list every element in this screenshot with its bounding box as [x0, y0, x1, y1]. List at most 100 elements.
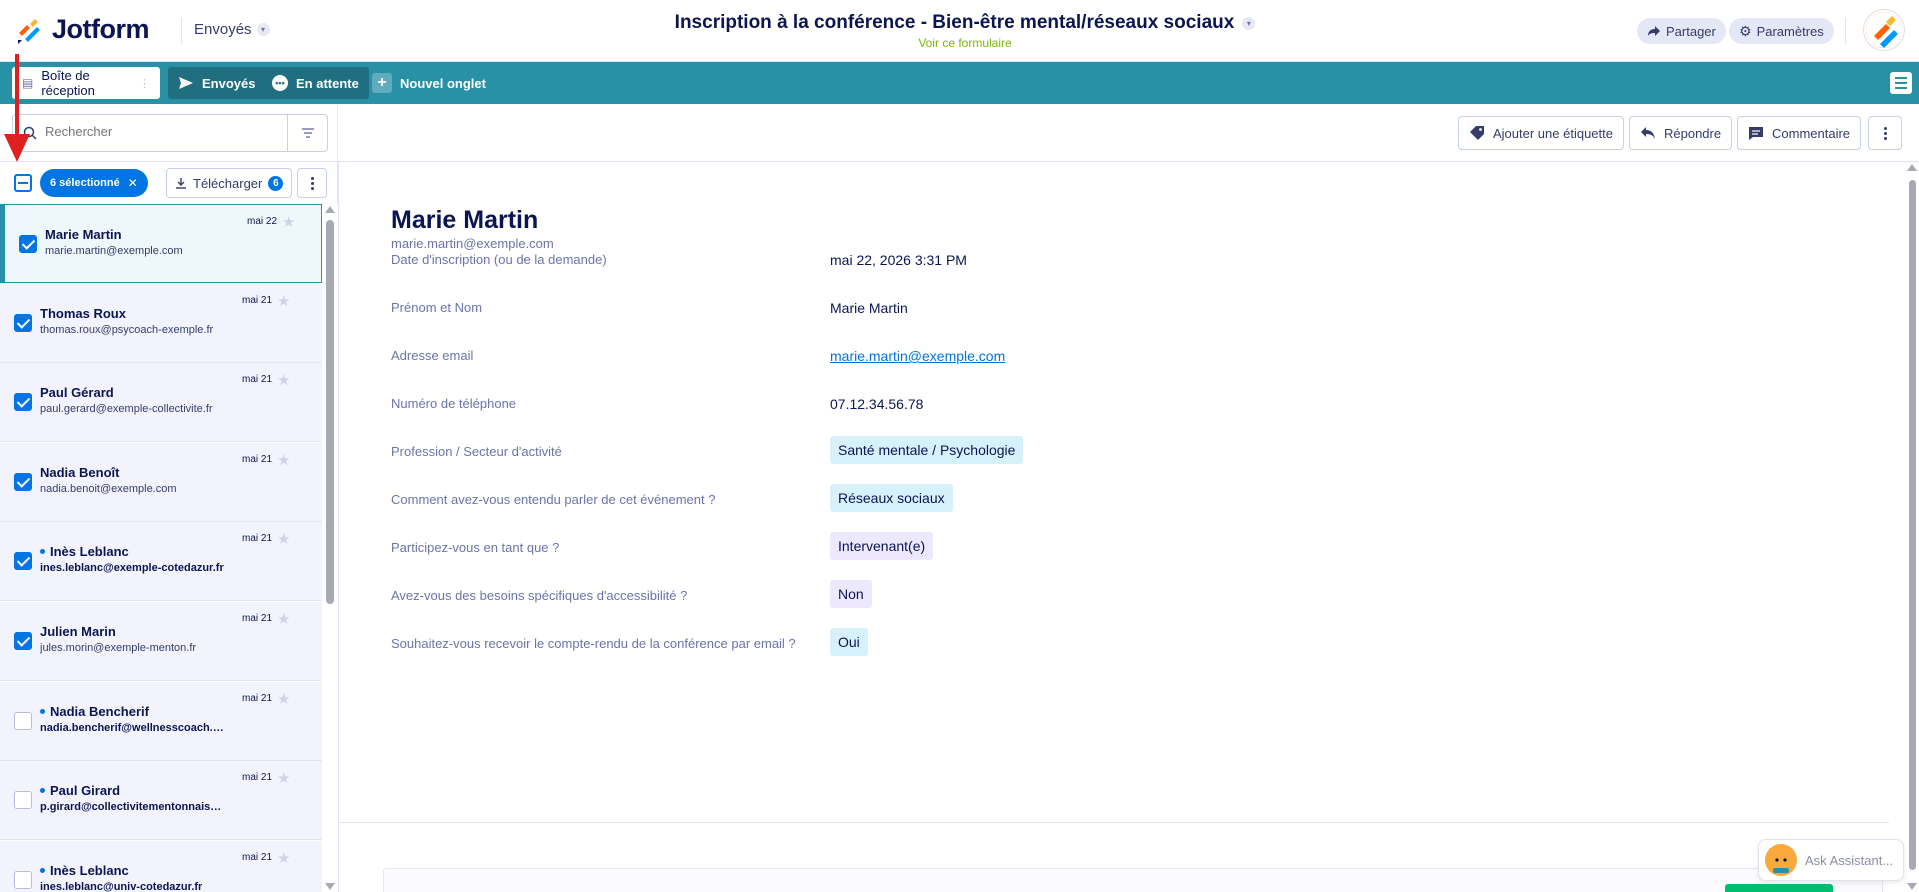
submission-email: nadia.bencherif@wellnesscoach.… — [40, 721, 224, 734]
field-label: Comment avez-vous entendu parler de cet … — [391, 492, 716, 507]
share-arrow-icon — [1648, 26, 1660, 36]
submission-row[interactable]: Marie Martin marie.martin@exemple.com mai … — [0, 204, 322, 283]
header-divider — [181, 18, 182, 44]
more-circle-icon: ••• — [272, 75, 288, 91]
submission-name: Paul Gérard — [40, 385, 114, 401]
reply-button[interactable]: Répondre — [1629, 116, 1733, 150]
submission-name: Inès Leblanc — [50, 862, 129, 878]
more-actions-button[interactable] — [1868, 116, 1902, 150]
jotform-logo-icon — [18, 18, 40, 44]
search-input[interactable] — [45, 124, 285, 139]
share-button[interactable]: Partager — [1637, 18, 1726, 44]
submission-date: mai 21 — [242, 533, 273, 545]
tab-sent[interactable]: Envoyés — [168, 67, 266, 99]
star-icon[interactable]: ★ — [277, 451, 290, 469]
star-icon[interactable]: ★ — [277, 292, 290, 310]
selected-count-pill[interactable]: 6 sélectionné ✕ — [40, 169, 148, 197]
view-form-link[interactable]: Voir ce formulaire — [600, 36, 1330, 50]
field-value-chip: Intervenant(e) — [830, 532, 934, 560]
list-scrollbar[interactable] — [323, 204, 336, 892]
row-checkbox[interactable] — [14, 472, 32, 491]
filter-button[interactable] — [287, 115, 327, 151]
row-checkbox[interactable] — [14, 711, 32, 730]
row-checkbox[interactable] — [14, 791, 32, 810]
form-title-text: Inscription à la conférence - Bien-être … — [674, 12, 1235, 33]
detail-name: Marie Martin — [391, 206, 539, 234]
list-scrollbar-thumb[interactable] — [326, 220, 334, 604]
settings-button[interactable]: ⚙ Paramètres — [1729, 18, 1834, 44]
submission-name: Julien Marin — [40, 624, 116, 639]
green-action-edge[interactable] — [1725, 884, 1833, 892]
more-vertical-icon — [310, 176, 314, 190]
scroll-down-arrow-icon[interactable] — [325, 883, 335, 890]
list-more-button[interactable] — [297, 168, 327, 198]
tab-label: En attente — [296, 75, 359, 91]
row-checkbox[interactable] — [14, 870, 32, 889]
submission-row[interactable]: Nadia Benoît nadia.benoit@exemple.com mai … — [0, 442, 322, 522]
tab-new[interactable]: + Nouvel onglet — [362, 67, 496, 99]
row-checkbox[interactable] — [19, 235, 37, 253]
scroll-down-arrow-icon[interactable] — [1907, 883, 1917, 890]
selection-bar: 6 sélectionné ✕ Télécharger 6 — [0, 162, 338, 204]
submission-name: Thomas Roux — [40, 305, 126, 321]
detail-scrollbar-thumb[interactable] — [1909, 180, 1916, 870]
detail-action-bar: Ajouter une étiquette Répondre Commentai… — [338, 104, 1919, 162]
comment-button[interactable]: Commentaire — [1737, 116, 1862, 150]
search-box — [12, 114, 328, 152]
form-switcher[interactable]: Envoyés ▾ — [194, 21, 270, 38]
star-icon[interactable]: ★ — [282, 213, 295, 231]
star-icon[interactable]: ★ — [277, 610, 290, 628]
tab-pending[interactable]: ••• En attente — [262, 67, 369, 99]
submission-email: paul.gerard@exemple-collectivite.fr — [40, 403, 213, 416]
row-checkbox[interactable] — [14, 552, 32, 571]
submission-date: mai 21 — [242, 613, 273, 624]
submission-row[interactable]: Julien Marin jules.morin@exemple-menton.f… — [0, 602, 322, 681]
avatar[interactable] — [1864, 10, 1904, 50]
form-switcher-label: Envoyés — [194, 21, 252, 38]
download-button[interactable]: Télécharger 6 — [166, 168, 293, 198]
star-icon[interactable]: ★ — [277, 530, 290, 548]
submission-email: ines.leblanc@univ-cotedazur.fr — [40, 880, 203, 892]
submission-date: mai 21 — [242, 453, 273, 465]
submission-row[interactable]: Paul Gérard paul.gerard@exemple-collectiv… — [0, 363, 322, 443]
submission-row[interactable]: Nadia Bencherif nadia.bencherif@wellnessc… — [0, 681, 322, 761]
detail-footer-panel — [383, 868, 1883, 892]
jotform-logo[interactable]: Jotform — [16, 14, 150, 45]
submission-name: Marie Martin — [45, 227, 122, 242]
submission-row[interactable]: Paul Girard p.girard@collectivitementonna… — [0, 761, 322, 841]
submission-email: nadia.benoit@exemple.com — [40, 482, 177, 495]
row-checkbox[interactable] — [14, 632, 32, 650]
reply-label: Répondre — [1664, 125, 1722, 141]
form-title[interactable]: Inscription à la conférence - Bien-être … — [675, 12, 1256, 34]
select-all-checkbox[interactable] — [14, 174, 32, 192]
ask-assistant-button[interactable]: Ask Assistant... — [1758, 839, 1904, 881]
drag-handle-icon[interactable]: ⋮ — [139, 77, 150, 90]
submission-row[interactable]: Inès Leblanc ines.leblanc@exemple-cotedaz… — [0, 522, 322, 602]
submission-row[interactable]: Thomas Roux thomas.roux@psycoach-exemple.… — [0, 283, 322, 363]
scroll-up-arrow-icon[interactable] — [325, 206, 335, 213]
star-icon[interactable]: ★ — [277, 690, 290, 708]
field-label: Prénom et Nom — [391, 300, 483, 315]
field-value-chip: Réseaux sociaux — [830, 484, 953, 512]
detail-email: marie.martin@exemple.com — [391, 236, 554, 251]
detail-divider — [339, 822, 1889, 823]
field-label: Numéro de téléphone — [391, 396, 517, 411]
field-value-chip: Santé mentale / Psychologie — [830, 436, 1024, 464]
field-value-link[interactable]: marie.martin@exemple.com — [830, 348, 1005, 364]
search-area — [0, 104, 338, 162]
star-icon[interactable]: ★ — [277, 769, 290, 787]
row-checkbox[interactable] — [14, 313, 32, 332]
add-tag-button[interactable]: Ajouter une étiquette — [1458, 116, 1624, 150]
row-checkbox[interactable] — [14, 393, 32, 412]
scroll-up-arrow-icon[interactable] — [1907, 164, 1917, 171]
star-icon[interactable]: ★ — [277, 849, 290, 867]
close-icon[interactable]: ✕ — [128, 176, 138, 190]
submission-email: marie.martin@exemple.com — [45, 245, 183, 257]
submission-row[interactable]: Inès Leblanc ines.leblanc@univ-cotedazur.… — [0, 840, 322, 892]
unread-dot-icon — [40, 708, 45, 714]
hamburger-menu-button[interactable] — [1890, 72, 1912, 94]
unread-dot-icon — [40, 549, 45, 555]
detail-scrollbar[interactable] — [1905, 162, 1919, 892]
reply-icon — [1641, 127, 1655, 139]
star-icon[interactable]: ★ — [277, 371, 290, 389]
